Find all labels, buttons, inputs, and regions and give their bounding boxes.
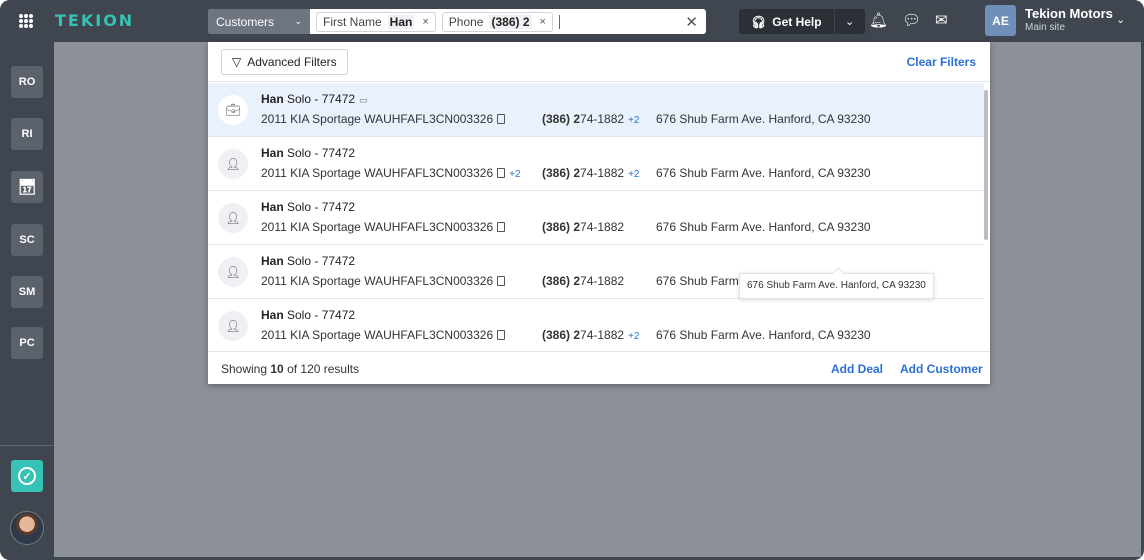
check-circle-icon: ✓ xyxy=(18,467,36,485)
address: 676 Shub Farm Ave. Hanford, CA 93230 xyxy=(656,112,871,126)
rail-divider xyxy=(0,445,54,446)
mail-icon[interactable]: ✉ xyxy=(935,11,948,29)
copy-icon[interactable] xyxy=(497,276,506,286)
vehicle-info: 2011 KIA Sportage WAUHFAFL3CN003326 xyxy=(261,274,506,288)
filter-chip-phone[interactable]: Phone (386) 2 × xyxy=(441,11,553,32)
rail-item-sc[interactable]: SC xyxy=(11,224,43,256)
calendar-clock-icon: 📅︎ xyxy=(17,179,37,196)
rail-item-ri[interactable]: RI xyxy=(11,118,43,150)
address: 676 Shub Farm xyxy=(656,274,739,288)
search-results-panel: ▽ Advanced Filters Clear Filters 💼︎ Han … xyxy=(208,42,990,384)
customer-name: Han Solo - 77472 xyxy=(261,200,356,214)
person-icon: 👤︎ xyxy=(218,149,248,179)
vehicle-info: 2011 KIA Sportage WAUHFAFL3CN003326 +2 xyxy=(261,166,521,180)
global-search[interactable]: Customers ⌄ First Name Han × Phone (386)… xyxy=(208,9,706,34)
results-footer: Showing 10 of 120 results Add Deal Add C… xyxy=(208,351,990,384)
person-icon: 👤︎ xyxy=(218,257,248,287)
search-entity-select[interactable]: Customers ⌄ xyxy=(208,9,310,34)
clear-search-icon[interactable]: ✕ xyxy=(685,13,698,31)
copy-icon[interactable] xyxy=(497,330,506,340)
clear-filters-link[interactable]: Clear Filters xyxy=(907,55,976,69)
copy-icon[interactable] xyxy=(497,168,506,178)
status-check-button[interactable]: ✓ xyxy=(11,460,43,492)
customer-name: Han Solo - 77472 xyxy=(261,146,356,160)
customer-name: Han Solo - 77472 xyxy=(261,254,356,268)
user-profile-photo[interactable] xyxy=(10,511,44,545)
chip-key: Phone xyxy=(448,14,484,29)
rail-item-pc[interactable]: PC xyxy=(11,327,43,359)
chip-remove-icon[interactable]: × xyxy=(540,16,546,28)
rail-item-calendar[interactable]: 📅︎ xyxy=(11,171,43,203)
add-deal-link[interactable]: Add Deal xyxy=(831,362,883,376)
filter-icon: ▽ xyxy=(232,55,242,69)
results-scrollbar[interactable] xyxy=(984,90,988,240)
get-help-dropdown[interactable]: ⌄ xyxy=(834,9,865,34)
result-row[interactable]: 👤︎ Han Solo - 77472 2011 KIA Sportage WA… xyxy=(208,137,984,191)
site-switcher[interactable]: Tekion Motors Main site xyxy=(1025,6,1113,33)
phone-number: (386) 274-1882 +2 xyxy=(542,328,640,342)
chip-remove-icon[interactable]: × xyxy=(422,16,428,28)
more-phones-badge[interactable]: +2 xyxy=(628,169,639,180)
phone-number: (386) 274-1882 xyxy=(542,220,625,234)
site-sub: Main site xyxy=(1025,22,1066,33)
phone-number: (386) 274-1882 xyxy=(542,274,625,288)
tekion-logo[interactable]: TEKION xyxy=(55,11,134,30)
vehicle-info: 2011 KIA Sportage WAUHFAFL3CN003326 xyxy=(261,112,506,126)
phone-number: (386) 274-1882 +2 xyxy=(542,166,640,180)
address: 676 Shub Farm Ave. Hanford, CA 93230 xyxy=(656,328,871,342)
left-rail: RO RI 📅︎ SC SM PC ✓ xyxy=(0,42,54,560)
customer-name: Han Solo - 77472 xyxy=(261,308,356,322)
headset-icon: 🎧︎ xyxy=(751,14,767,29)
address: 676 Shub Farm Ave. Hanford, CA 93230 xyxy=(656,220,871,234)
customer-name: Han Solo - 77472 ▭ xyxy=(261,92,368,106)
result-row[interactable]: 💼︎ Han Solo - 77472 ▭ 2011 KIA Sportage W… xyxy=(208,83,984,137)
user-avatar[interactable]: AE xyxy=(985,5,1016,36)
rail-item-sm[interactable]: SM xyxy=(11,276,43,308)
search-input[interactable] xyxy=(558,14,560,29)
get-help-button[interactable]: 🎧︎ Get Help xyxy=(739,9,834,34)
vehicle-info: 2011 KIA Sportage WAUHFAFL3CN003326 xyxy=(261,220,506,234)
phone-number: (386) 274-1882 +2 xyxy=(542,112,640,126)
top-bar: TEKION Customers ⌄ First Name Han × Phon… xyxy=(0,0,1144,42)
results-header: ▽ Advanced Filters Clear Filters xyxy=(208,42,990,82)
chip-value: (386) 2 xyxy=(489,14,532,29)
copy-icon[interactable] xyxy=(497,114,506,124)
chat-icon[interactable]: 💬︎ xyxy=(902,11,921,29)
advanced-filters-label: Advanced Filters xyxy=(247,55,337,69)
more-phones-badge[interactable]: +2 xyxy=(628,331,639,342)
advanced-filters-button[interactable]: ▽ Advanced Filters xyxy=(221,49,348,75)
id-card-icon: ▭ xyxy=(359,95,368,105)
rail-item-ro[interactable]: RO xyxy=(11,66,43,98)
results-count: Showing 10 of 120 results xyxy=(221,362,360,376)
bell-icon[interactable]: 🔔︎ xyxy=(869,11,888,29)
copy-icon[interactable] xyxy=(497,222,506,232)
more-vehicles-badge[interactable]: +2 xyxy=(509,169,520,180)
add-customer-link[interactable]: Add Customer xyxy=(900,362,983,376)
site-name: Tekion Motors xyxy=(1025,6,1113,21)
chevron-down-icon[interactable]: ⌄ xyxy=(1116,13,1125,26)
get-help-label: Get Help xyxy=(772,14,822,29)
person-icon: 👤︎ xyxy=(218,203,248,233)
apps-grid-icon[interactable] xyxy=(19,14,33,28)
vehicle-info: 2011 KIA Sportage WAUHFAFL3CN003326 xyxy=(261,328,506,342)
briefcase-icon: 💼︎ xyxy=(218,95,248,125)
result-row[interactable]: 👤︎ Han Solo - 77472 2011 KIA Sportage WA… xyxy=(208,299,984,351)
search-entity-label: Customers xyxy=(216,14,275,29)
chevron-down-icon: ⌄ xyxy=(294,16,302,26)
chip-value: Han xyxy=(387,14,415,29)
person-icon: 👤︎ xyxy=(218,311,248,341)
get-help-group: 🎧︎ Get Help ⌄ xyxy=(739,9,865,34)
app-frame: TEKION Customers ⌄ First Name Han × Phon… xyxy=(0,0,1144,560)
filter-chip-first-name[interactable]: First Name Han × xyxy=(316,11,436,32)
address-tooltip: 676 Shub Farm Ave. Hanford, CA 93230 xyxy=(739,273,934,299)
result-row[interactable]: 👤︎ Han Solo - 77472 2011 KIA Sportage WA… xyxy=(208,191,984,245)
results-list: 💼︎ Han Solo - 77472 ▭ 2011 KIA Sportage W… xyxy=(208,83,990,351)
more-phones-badge[interactable]: +2 xyxy=(628,115,639,126)
address: 676 Shub Farm Ave. Hanford, CA 93230 xyxy=(656,166,871,180)
chip-key: First Name xyxy=(323,14,382,29)
